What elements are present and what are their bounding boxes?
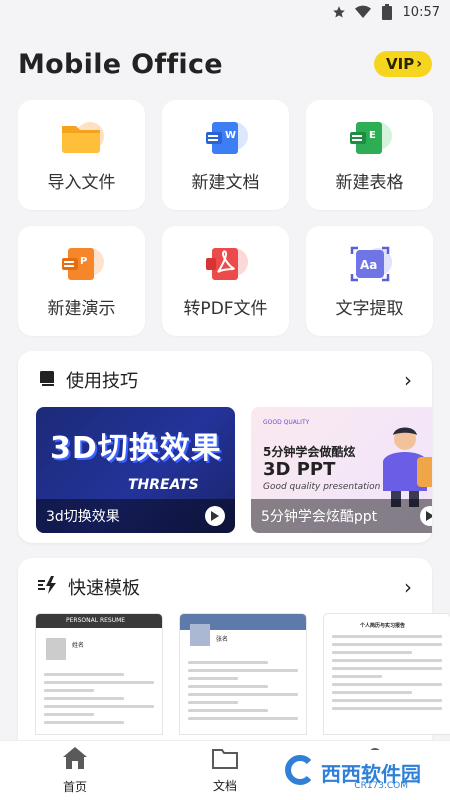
play-icon[interactable] xyxy=(205,506,225,526)
svg-text:W: W xyxy=(225,130,236,141)
svg-text:E: E xyxy=(369,130,376,141)
person-illustration-icon xyxy=(369,421,432,511)
vip-button[interactable]: VIP › xyxy=(374,51,432,77)
tip-card[interactable]: 3D切换效果 THREATS 3d切换效果 xyxy=(36,407,235,533)
folder-icon xyxy=(60,118,104,158)
new-document-button[interactable]: W 新建文档 xyxy=(162,100,289,210)
tip-card-subtitle: Good quality presentation xyxy=(263,482,381,492)
templates-section: 快速模板 › PERSONAL RESUME 姓名 张名 个人简历与实习报告 xyxy=(18,558,450,758)
status-bar: 10:57 xyxy=(0,0,450,24)
ppt-slides-icon: P xyxy=(60,244,104,284)
header: Mobile Office VIP › xyxy=(0,24,450,82)
app-title: Mobile Office xyxy=(18,48,223,80)
chevron-right-icon: › xyxy=(416,56,422,72)
watermark-logo-icon xyxy=(283,754,315,790)
tip-card-brand: GOOD QUALITY xyxy=(263,419,310,426)
new-spreadsheet-button[interactable]: E 新建表格 xyxy=(306,100,433,210)
watermark-logo: 西西软件园 CR173.COM xyxy=(266,750,438,794)
tile-label: 新建文档 xyxy=(191,172,260,193)
templates-header[interactable]: 快速模板 › xyxy=(18,572,432,602)
template-header: 个人简历与实习报告 xyxy=(360,623,406,629)
tile-label: 导入文件 xyxy=(47,172,116,193)
svg-text:Aa: Aa xyxy=(360,258,377,272)
tile-label: 新建演示 xyxy=(47,298,116,319)
quick-actions-grid: 导入文件 W 新建文档 E 新建表格 P 新建演示 转PDF文件 Aa 文字提取 xyxy=(0,82,450,336)
tip-card-caption: 5分钟学会炫酷ppt xyxy=(251,499,432,533)
pdf-convert-icon xyxy=(204,244,248,284)
excel-sheet-icon: E xyxy=(348,118,392,158)
home-icon xyxy=(62,746,88,774)
nav-documents[interactable]: 文档 xyxy=(175,747,275,794)
wifi-icon xyxy=(354,4,371,20)
template-card[interactable]: 张名 xyxy=(180,614,306,734)
tip-card-subtitle: THREATS xyxy=(128,477,199,493)
chevron-right-icon[interactable]: › xyxy=(404,575,412,599)
folder-icon xyxy=(212,747,238,773)
book-icon xyxy=(38,369,56,391)
nav-label: 首页 xyxy=(62,780,87,794)
template-name: 张名 xyxy=(216,636,229,643)
avatar xyxy=(190,624,210,646)
star-icon xyxy=(331,4,347,20)
template-card[interactable]: PERSONAL RESUME 姓名 xyxy=(36,614,162,734)
nav-home[interactable]: 首页 xyxy=(25,746,125,795)
battery-icon xyxy=(379,4,395,20)
vip-label: VIP xyxy=(386,55,415,73)
template-card[interactable]: 个人简历与实习报告 xyxy=(324,614,450,734)
text-extract-icon: Aa xyxy=(348,244,392,284)
tip-card-heading: 5分钟学会做酷炫 xyxy=(263,445,356,459)
template-name: 姓名 xyxy=(72,642,85,649)
status-time: 10:57 xyxy=(402,4,440,20)
new-presentation-button[interactable]: P 新建演示 xyxy=(18,226,145,336)
tile-label: 文字提取 xyxy=(335,298,404,319)
tips-carousel[interactable]: 3D切换效果 THREATS 3d切换效果 GOOD QUALITY 5分钟学会… xyxy=(18,395,432,533)
word-doc-icon: W xyxy=(204,118,248,158)
chevron-right-icon[interactable]: › xyxy=(404,368,412,392)
tips-header[interactable]: 使用技巧 › xyxy=(18,365,432,395)
template-header: PERSONAL RESUME xyxy=(66,617,126,624)
nav-label: 文档 xyxy=(212,779,237,793)
tip-card-title: 3D PPT xyxy=(263,459,336,480)
avatar xyxy=(46,638,66,660)
tile-label: 转PDF文件 xyxy=(183,298,268,319)
svg-text:P: P xyxy=(80,256,87,267)
lightning-icon xyxy=(38,576,58,598)
text-extract-button[interactable]: Aa 文字提取 xyxy=(306,226,433,336)
tile-label: 新建表格 xyxy=(335,172,404,193)
convert-pdf-button[interactable]: 转PDF文件 xyxy=(162,226,289,336)
tips-title: 使用技巧 xyxy=(66,371,138,392)
tip-card[interactable]: GOOD QUALITY 5分钟学会做酷炫 3D PPT Good qualit… xyxy=(251,407,432,533)
import-file-button[interactable]: 导入文件 xyxy=(18,100,145,210)
templates-title: 快速模板 xyxy=(68,578,140,599)
tips-section: 使用技巧 › 3D切换效果 THREATS 3d切换效果 GOOD QUALIT… xyxy=(18,351,432,543)
templates-carousel[interactable]: PERSONAL RESUME 姓名 张名 个人简历与实习报告 xyxy=(18,602,450,734)
tip-card-title: 3D切换效果 xyxy=(50,431,222,466)
watermark-sub: CR173.COM xyxy=(354,781,408,791)
